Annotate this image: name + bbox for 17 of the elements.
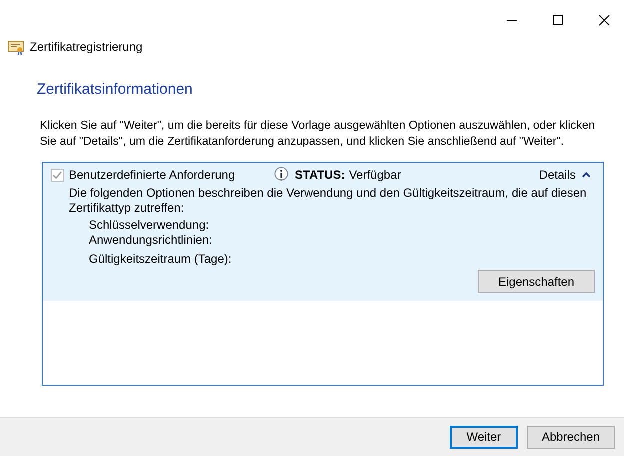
caret-icon bbox=[582, 172, 591, 178]
next-button[interactable]: Weiter bbox=[450, 426, 518, 448]
status-value: Verfügbar bbox=[349, 168, 402, 182]
field-label: Anwendungsrichtlinien: bbox=[89, 233, 214, 248]
status-label: STATUS: bbox=[295, 168, 346, 182]
field-label: Gültigkeitszeitraum (Tage): bbox=[89, 252, 233, 267]
instructions-text: Klicken Sie auf "Weiter", um die bereits für diese Vorlage ausgewählten Optionen auszuwählen, oder klicken Sie auf "Details", um die Zertifikatanforderung anzupassen, und klicken Sie anschließend auf "Weiter". bbox=[40, 118, 596, 150]
close-icon[interactable] bbox=[599, 14, 610, 26]
cancel-button[interactable]: Abbrechen bbox=[526, 426, 615, 448]
certificate-icon bbox=[8, 39, 24, 55]
window-title: Zertifikatregistrierung bbox=[30, 40, 143, 54]
description-text: Die folgenden Optionen beschreiben die Verwendung und den Gültigkeitszeitraum, die auf diesen Zertifikattyp zutreffen: bbox=[69, 186, 588, 216]
page-heading: Zertifikatsinformationen bbox=[37, 81, 194, 98]
maximize-icon[interactable] bbox=[553, 15, 563, 25]
request-label: Benutzerdefinierte Anforderung bbox=[69, 168, 236, 182]
info-icon bbox=[274, 167, 289, 183]
field-label: Schlüsselverwendung: bbox=[89, 218, 210, 233]
